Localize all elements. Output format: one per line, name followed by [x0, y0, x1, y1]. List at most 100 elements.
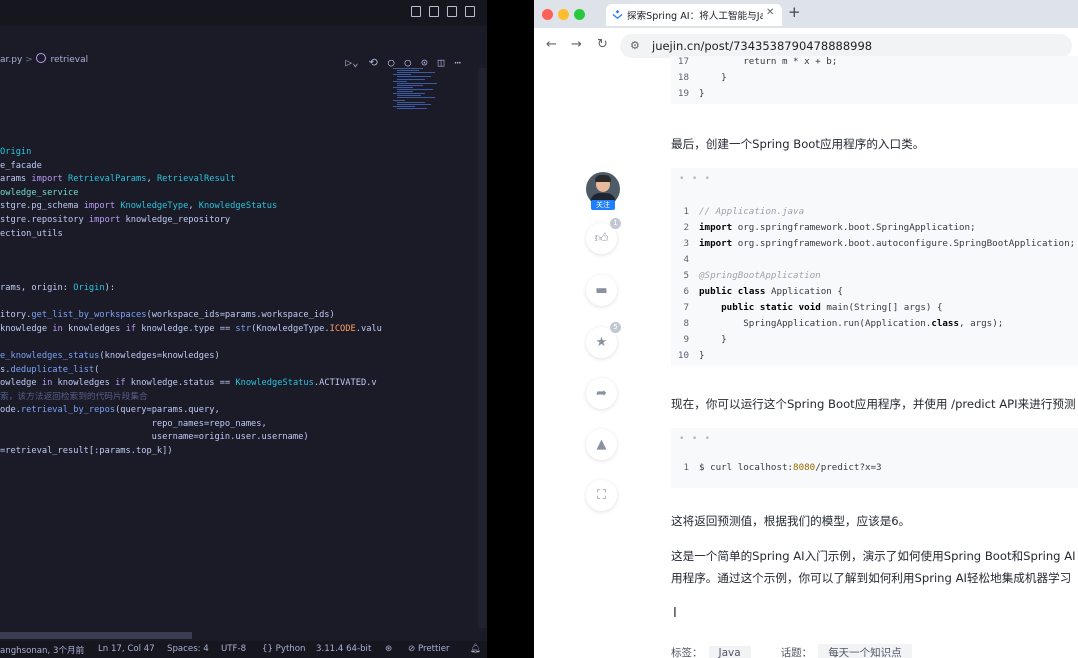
- address-bar[interactable]: ⚙︎ juejin.cn/post/7343538790478888998: [620, 34, 1072, 58]
- toggle-sidebar-icon[interactable]: [411, 6, 421, 17]
- code-line: arams import RetrievalParams, RetrievalR…: [0, 173, 400, 187]
- minimize-window-button[interactable]: [558, 9, 569, 20]
- customize-layout-icon[interactable]: [465, 6, 475, 17]
- code-token: import: [31, 174, 69, 185]
- line-number: 8: [683, 318, 689, 329]
- topic-label: 话题：: [780, 647, 813, 658]
- code-token: .ACTIVATED.v: [313, 378, 377, 389]
- code-text: }: [699, 72, 727, 83]
- prettier-status[interactable]: ⊘ Prettier: [408, 644, 450, 654]
- comment-icon: ▬: [595, 283, 608, 298]
- code-area[interactable]: Origin e_facade arams import RetrievalPara…: [0, 146, 400, 459]
- code-line: itory.get_list_by_workspaces(workspace_i…: [0, 309, 400, 323]
- run-icon[interactable]: ▷⌄: [345, 56, 358, 69]
- reload-icon[interactable]: ↻: [597, 37, 608, 52]
- code-block: 17 return m * x + b; 18 } 19}: [671, 56, 1078, 104]
- immersive-read-button[interactable]: ⛶: [586, 480, 617, 511]
- code-token: ):: [104, 282, 116, 293]
- open-changes-icon[interactable]: ⟲: [369, 56, 378, 69]
- toggle-panel-icon[interactable]: [429, 6, 439, 17]
- language-mode[interactable]: {} Python: [262, 644, 305, 654]
- site-info-icon[interactable]: ⚙︎: [630, 39, 640, 52]
- favorite-button[interactable]: ★ 5: [586, 322, 621, 358]
- more-actions-icon[interactable]: ⋯: [454, 56, 461, 69]
- breadcrumb-file[interactable]: ar.py: [0, 55, 22, 65]
- warning-icon: ▲: [596, 437, 607, 452]
- tag-chip[interactable]: Java: [708, 646, 751, 658]
- horizontal-scrollbar[interactable]: [0, 632, 192, 639]
- close-tab-icon[interactable]: ✕: [766, 7, 774, 18]
- follow-button[interactable]: 关注: [591, 200, 615, 210]
- code-token: RetrievalResult: [156, 174, 236, 185]
- code-token: str: [235, 323, 252, 334]
- code-token: import: [88, 214, 126, 225]
- code-token: ode.: [0, 405, 21, 416]
- vertical-scrollbar[interactable]: [478, 68, 486, 628]
- like-button[interactable]: 👍︎ 1: [586, 218, 621, 254]
- forward-icon[interactable]: →: [571, 37, 582, 52]
- code-token: in: [52, 323, 69, 334]
- browser-tab[interactable]: 探索Spring AI：将人工智能与Ja ✕: [606, 4, 782, 26]
- code-token: username=origin.user.username): [0, 432, 309, 443]
- code-token: (: [94, 364, 100, 375]
- editor-titlebar: [0, 0, 487, 26]
- back-icon[interactable]: ←: [546, 37, 557, 52]
- code-token: knowledges: [57, 378, 116, 389]
- line-number: 7: [683, 302, 689, 313]
- tags-label: 标签：: [671, 647, 703, 658]
- toggle-secondary-sidebar-icon[interactable]: [447, 6, 457, 17]
- code-token: ection_utils: [0, 228, 63, 239]
- code-token: repo_names=repo_names,: [0, 418, 267, 429]
- article-page: 17 return m * x + b; 18 } 19} 最后，创建一个Spri…: [534, 56, 1078, 658]
- python-interpreter[interactable]: 3.11.4 64-bit: [316, 644, 371, 654]
- copilot-status-icon[interactable]: ⊛: [385, 644, 392, 654]
- minimap-line: [397, 91, 413, 93]
- code-token: .valu: [355, 323, 382, 334]
- favorite-count-badge: 5: [610, 322, 621, 333]
- notifications-icon[interactable]: 🔔︎: [470, 644, 481, 654]
- report-button[interactable]: ▲: [586, 429, 617, 460]
- code-token: (KnowledgeType.: [251, 323, 330, 334]
- maximize-window-button[interactable]: [574, 9, 585, 20]
- code-block-header: • • •: [679, 434, 712, 444]
- minimap-line: [397, 84, 423, 86]
- code-token: KnowledgeStatus: [198, 201, 278, 212]
- topic-chip[interactable]: 每天一个知识点: [818, 644, 912, 658]
- code-text: import org.springframework.boot.SpringAp…: [699, 222, 976, 233]
- code-line: =retrieval_result[:params.top_k]): [0, 445, 400, 459]
- minimap-line: [397, 95, 421, 97]
- new-tab-button[interactable]: +: [788, 3, 801, 21]
- breadcrumb-symbol[interactable]: retrieval: [50, 55, 88, 65]
- article-tags: 标签： Java 话题： 每天一个知识点: [671, 644, 942, 658]
- code-text: public class Application {: [699, 286, 843, 297]
- close-window-button[interactable]: [542, 9, 553, 20]
- code-token: e_knowledges_status: [0, 350, 100, 361]
- url-text: juejin.cn/post/7343538790478888998: [652, 39, 873, 53]
- minimap-line: [397, 70, 419, 72]
- code-token: stgre.repository: [0, 214, 89, 225]
- line-number: 2: [683, 222, 689, 233]
- git-blame-status[interactable]: anghsonan, 3个月前: [0, 644, 84, 656]
- minimap-line: [397, 103, 431, 105]
- minimap-line: [397, 72, 435, 74]
- minimap-line: [397, 97, 435, 99]
- code-token: ,: [188, 201, 199, 212]
- code-token: knowledge.type ==: [141, 323, 236, 334]
- code-editor-window: ▷⌄ ⟲ ○ ○ ⊙ ◫ ⋯ ar.py > retrieval Origin e…: [0, 0, 487, 658]
- minimap-line: [393, 99, 405, 101]
- code-token: arams: [0, 174, 32, 185]
- code-line: repo_names=repo_names,: [0, 418, 400, 432]
- cursor-position[interactable]: Ln 17, Col 47: [98, 644, 155, 654]
- code-token: s.: [0, 364, 11, 375]
- paragraph: 最后，创建一个Spring Boot应用程序的入口类。: [671, 137, 925, 151]
- code-token: e_facade: [0, 160, 42, 171]
- minimap[interactable]: [393, 68, 441, 112]
- comment-button[interactable]: ▬: [586, 275, 617, 306]
- indentation-status[interactable]: Spaces: 4: [167, 644, 209, 654]
- encoding-status[interactable]: UTF-8: [221, 644, 246, 654]
- share-button[interactable]: ➦: [586, 378, 617, 409]
- line-number: 4: [683, 254, 689, 265]
